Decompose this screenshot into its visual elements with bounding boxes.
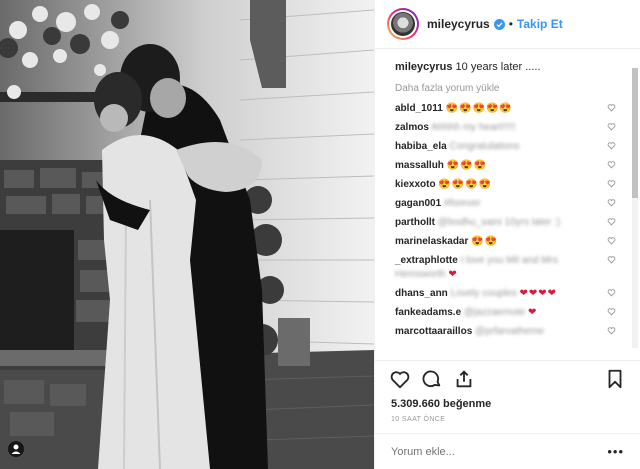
comment-row: abld_1011 😍😍😍😍😍: [395, 102, 616, 116]
comment-text: Congratulations: [449, 141, 520, 152]
header-separator: •: [508, 17, 513, 31]
comment-emoji: 😍😍😍😍: [438, 179, 493, 190]
comment-row: habiba_ela Congratulations: [395, 140, 616, 154]
comment-username[interactable]: habiba_ela: [395, 141, 447, 152]
load-more-comments-button[interactable]: Daha fazla yorum yükle: [395, 83, 616, 94]
comment-text: #forever: [443, 198, 481, 209]
comment-text: @bodhu_saini 10yrs later :): [437, 217, 561, 228]
comment-emoji: 😍😍😍😍😍: [445, 103, 513, 114]
comment-like-icon[interactable]: [607, 141, 616, 150]
comment-username[interactable]: abld_1011: [395, 103, 443, 114]
likes-count[interactable]: 5.309.660 beğenme: [375, 396, 640, 410]
heart-outline-icon[interactable]: [389, 368, 411, 390]
comment-username[interactable]: massalluh: [395, 160, 444, 171]
comment-username[interactable]: zalmos: [395, 122, 429, 133]
avatar[interactable]: [387, 8, 419, 40]
action-bar: [375, 360, 640, 396]
share-upload-icon[interactable]: [453, 368, 475, 390]
comment-text: @prfarvatheme: [475, 326, 545, 337]
comment-row: massalluh 😍😍😍: [395, 159, 616, 173]
comment-input[interactable]: [391, 445, 608, 458]
post-header: mileycyrus • Takip Et: [375, 0, 640, 49]
post-image: [0, 0, 374, 469]
comment-row: gagan001 #forever: [395, 197, 616, 211]
header-username[interactable]: mileycyrus: [427, 17, 490, 31]
comment-username[interactable]: marinelaskadar: [395, 236, 468, 247]
comment-row: _extraphlotte I love you Mil and Mrs Hem…: [395, 254, 616, 282]
comment-emoji: 😍😍: [471, 236, 499, 247]
caption-text: 10 years later .....: [455, 61, 541, 73]
comment-like-icon[interactable]: [607, 179, 616, 188]
comment-like-icon[interactable]: [607, 307, 616, 316]
comments-list[interactable]: mileycyrus 10 years later ..... Daha faz…: [375, 49, 640, 360]
comment-emoji: ❤: [528, 307, 538, 318]
comment-username[interactable]: kiexxoto: [395, 179, 436, 190]
comments-scrollbar[interactable]: [632, 68, 638, 348]
comment-like-icon[interactable]: [607, 122, 616, 131]
post-caption: mileycyrus 10 years later .....: [395, 61, 616, 73]
comment-username[interactable]: marcottaaraillos: [395, 326, 472, 337]
comment-like-icon[interactable]: [607, 236, 616, 245]
comment-like-icon[interactable]: [607, 217, 616, 226]
caption-username[interactable]: mileycyrus: [395, 61, 452, 73]
user-tag-icon[interactable]: [8, 441, 24, 457]
bookmark-icon[interactable]: [604, 368, 626, 390]
follow-button[interactable]: Takip Et: [517, 17, 563, 31]
comment-like-icon[interactable]: [607, 326, 616, 335]
comment-like-icon[interactable]: [607, 288, 616, 297]
comment-like-icon[interactable]: [607, 103, 616, 112]
comment-username[interactable]: dhans_ann: [395, 288, 448, 299]
comment-username[interactable]: fankeadams.e: [395, 307, 461, 318]
comment-text: Lovely couples: [450, 288, 517, 299]
comment-text: @jazzaemote: [463, 307, 526, 318]
comment-like-icon[interactable]: [607, 198, 616, 207]
comment-row: dhans_ann Lovely couples ❤❤❤❤: [395, 287, 616, 301]
verified-badge-icon: [493, 18, 505, 30]
add-comment-bar: •••: [375, 433, 640, 469]
post-timestamp[interactable]: 10 SAAT ÖNCE: [375, 410, 640, 423]
comment-bubble-icon[interactable]: [421, 368, 443, 390]
comment-username[interactable]: parthollt: [395, 217, 435, 228]
comment-emoji: ❤: [448, 269, 458, 280]
comment-username[interactable]: gagan001: [395, 198, 441, 209]
comment-row: zalmos Ahhhh my heart!!!!!: [395, 121, 616, 135]
comment-emoji: ❤❤❤❤: [519, 288, 558, 299]
comment-like-icon[interactable]: [607, 160, 616, 169]
comment-text: Ahhhh my heart!!!!!: [431, 122, 516, 133]
comment-username[interactable]: _extraphlotte: [395, 255, 458, 266]
instagram-post: mileycyrus • Takip Et mileycyrus 10 year…: [0, 0, 640, 469]
comment-row: fankeadams.e @jazzaemote ❤: [395, 306, 616, 320]
comment-emoji: 😍😍😍: [446, 160, 488, 171]
comment-row: marinelaskadar 😍😍: [395, 235, 616, 249]
comment-row: marcottaaraillos @prfarvatheme: [395, 325, 616, 339]
comment-row: parthollt @bodhu_saini 10yrs later :): [395, 216, 616, 230]
comment-row: kiexxoto 😍😍😍😍: [395, 178, 616, 192]
more-options-icon[interactable]: •••: [607, 444, 624, 459]
comment-like-icon[interactable]: [607, 255, 616, 264]
post-side-panel: mileycyrus • Takip Et mileycyrus 10 year…: [374, 0, 640, 469]
post-photo[interactable]: [0, 0, 374, 469]
